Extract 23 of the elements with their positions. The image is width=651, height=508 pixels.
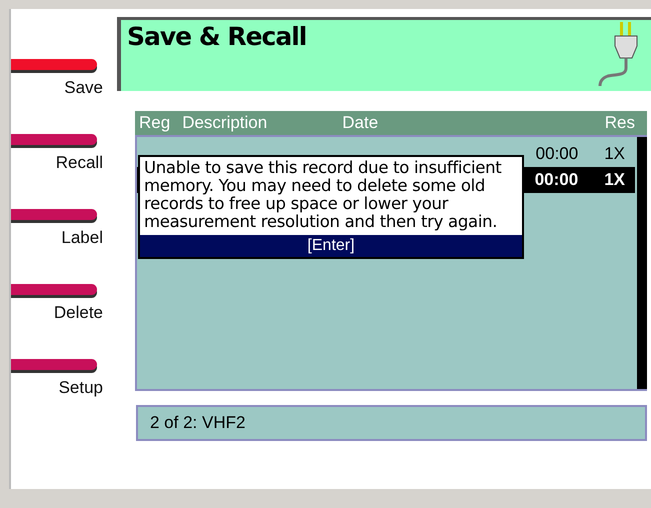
resolution-cell: 1X [604,170,625,190]
dialog-message: Unable to save this record due to insufficient memory. You may need to delete some old records to free up space or lower your measurement resolution and then try again. [143,157,502,233]
column-header: Description [182,113,268,133]
column-header: Reg [139,113,170,133]
scrollbar[interactable] [637,137,647,389]
softkey-bar[interactable] [11,59,97,70]
softkey-label: Setup [58,378,103,399]
time-cell: 00:00 [534,170,578,190]
screen-title: Save & Recall [127,22,306,53]
softkey-bar[interactable] [11,209,97,220]
softkey-label: Delete [54,303,103,324]
time-cell: 00:00 [536,144,578,164]
column-header: Date [342,113,378,133]
softkey-bar[interactable] [11,134,97,145]
column-header: Res [604,113,635,133]
resolution-cell: 1X [604,144,625,164]
status-bar: 2 of 2: VHF2 [136,405,647,441]
softkey-bar[interactable] [11,359,97,370]
enter-button[interactable]: [Enter] [140,235,522,257]
softkey-bar[interactable] [11,284,97,295]
softkey-label: Save [64,78,103,99]
softkey-label: Label [61,228,103,249]
softkey-label: Recall [56,153,103,174]
